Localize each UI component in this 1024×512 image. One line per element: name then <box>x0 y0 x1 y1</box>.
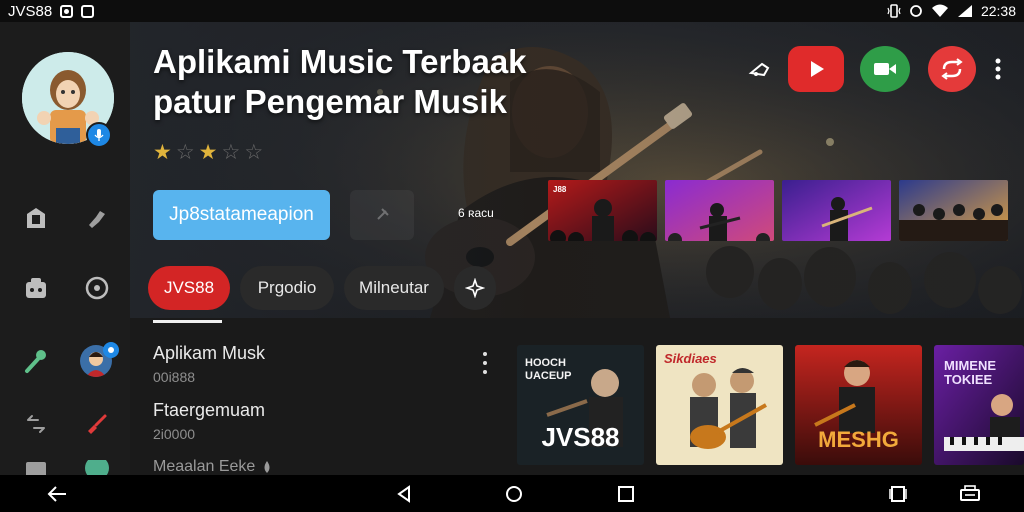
wifi-icon <box>931 4 948 17</box>
star-icon: ★ <box>198 141 218 164</box>
primary-cta-button[interactable]: Jp8statameapion <box>153 190 330 240</box>
hero-actions <box>744 46 1024 96</box>
nav-back-icon[interactable] <box>392 482 416 506</box>
tab-prgodio[interactable]: Prgodio <box>240 266 334 310</box>
hero-title-line-2: patur Pengemar Musik <box>153 83 507 120</box>
album-carousel: HOOCH UACEUP JVS88 Sikdiaes MESHG MIMENE… <box>517 345 1024 465</box>
guitar-icon[interactable] <box>83 410 111 438</box>
recents-icon[interactable] <box>614 482 638 506</box>
album-bottom-text: JVS88 <box>541 422 620 452</box>
thumbnail-concert-4[interactable] <box>899 180 1008 241</box>
clock: 22:38 <box>980 3 1016 19</box>
radio-icon[interactable] <box>22 274 50 302</box>
mic-badge-icon <box>86 122 112 148</box>
list-item-subtitle: 00i888 <box>153 369 196 385</box>
list-more-icon[interactable] <box>478 352 492 374</box>
user-badge-icon <box>103 342 119 358</box>
more-vert-icon[interactable] <box>988 46 1008 92</box>
tab-sparkle[interactable] <box>454 266 496 310</box>
drop-icon <box>261 460 273 474</box>
compass-icon[interactable] <box>83 274 111 302</box>
status-bar: JVS88 22:38 <box>0 0 1024 22</box>
mic-icon[interactable] <box>22 347 50 375</box>
rating-stars: ★ ☆ ★ ☆ ☆ <box>153 140 263 165</box>
share-icon[interactable] <box>744 56 776 84</box>
pin-icon <box>377 208 389 220</box>
crossfade-icon[interactable] <box>22 410 50 438</box>
list-item[interactable]: Meaalan Eeke <box>153 457 493 477</box>
hero-title: Aplikami Music Terbaak patur Pengemar Mu… <box>153 42 613 122</box>
list-item-title: Aplikam Musk <box>153 343 266 363</box>
star-empty-icon: ☆ <box>175 141 195 164</box>
friend-avatar-icon[interactable] <box>83 460 111 475</box>
album-top-text: Sikdiaes <box>664 351 717 366</box>
album-card[interactable]: HOOCH UACEUP JVS88 <box>517 345 644 465</box>
signal-icon <box>957 5 972 17</box>
thumbnail-concert-2[interactable] <box>665 180 774 241</box>
album-top-text: MIMENE TOKIEE <box>944 358 996 387</box>
thumb-label: J88 <box>553 185 567 194</box>
repeat-button[interactable] <box>928 46 976 92</box>
list-item[interactable]: Aplikam Musk 00i888 <box>153 343 493 400</box>
library-icon[interactable] <box>22 204 50 232</box>
category-tabs: JVS88 Prgodio Milneutar <box>148 265 496 311</box>
secondary-ghost-button[interactable] <box>350 190 414 240</box>
album-top-text: HOOCH UACEUP <box>525 357 572 382</box>
tab-jvs88[interactable]: JVS88 <box>148 266 230 310</box>
video-icon <box>874 63 896 75</box>
list-item[interactable]: Ftaergemuam 2i0000 <box>153 400 493 457</box>
track-list: Aplikam Musk 00i888 Ftaergemuam 2i0000 M… <box>153 343 493 477</box>
album-card[interactable]: Sikdiaes <box>656 345 783 465</box>
list-item-subtitle: 2i0000 <box>153 426 196 442</box>
artist-tag: 6 ʀacu <box>458 206 494 220</box>
screen-icon[interactable] <box>886 482 910 506</box>
hand-icon[interactable] <box>83 204 111 232</box>
carrier-label: JVS88 <box>8 2 53 20</box>
album-card[interactable]: MESHG <box>795 345 922 465</box>
star-empty-icon: ☆ <box>221 141 241 164</box>
star-empty-icon: ☆ <box>244 141 264 164</box>
back-icon[interactable] <box>45 482 69 506</box>
play-icon <box>811 61 824 77</box>
thumbnail-concert-1[interactable]: J88 <box>548 180 657 241</box>
album-bottom-text: MESHG <box>818 427 899 452</box>
sidebar <box>0 22 130 475</box>
notification-status-icon <box>81 4 95 18</box>
system-navbar <box>0 475 1024 512</box>
vibrate-icon <box>887 4 901 18</box>
sparkle-icon <box>465 278 485 298</box>
home-icon[interactable] <box>502 482 526 506</box>
thumbnail-concert-3[interactable] <box>782 180 891 241</box>
repeat-icon <box>941 58 963 80</box>
active-tab-indicator <box>153 320 222 323</box>
hero-thumbnails: J88 <box>548 180 1008 241</box>
tab-milneutar[interactable]: Milneutar <box>344 266 444 310</box>
list-item-title: Meaalan Eeke <box>153 458 256 475</box>
hero-title-line-1: Aplikami Music Terbaak <box>153 43 527 80</box>
camera-status-icon <box>60 4 74 18</box>
play-video-button[interactable] <box>788 46 844 92</box>
queue-icon[interactable] <box>22 462 50 475</box>
keyboard-icon[interactable] <box>958 482 982 506</box>
video-call-button[interactable] <box>860 46 910 92</box>
album-card[interactable]: MIMENE TOKIEE <box>934 345 1024 465</box>
star-icon: ★ <box>153 141 172 164</box>
alarm-icon <box>910 5 922 17</box>
list-item-title: Ftaergemuam <box>153 400 266 420</box>
